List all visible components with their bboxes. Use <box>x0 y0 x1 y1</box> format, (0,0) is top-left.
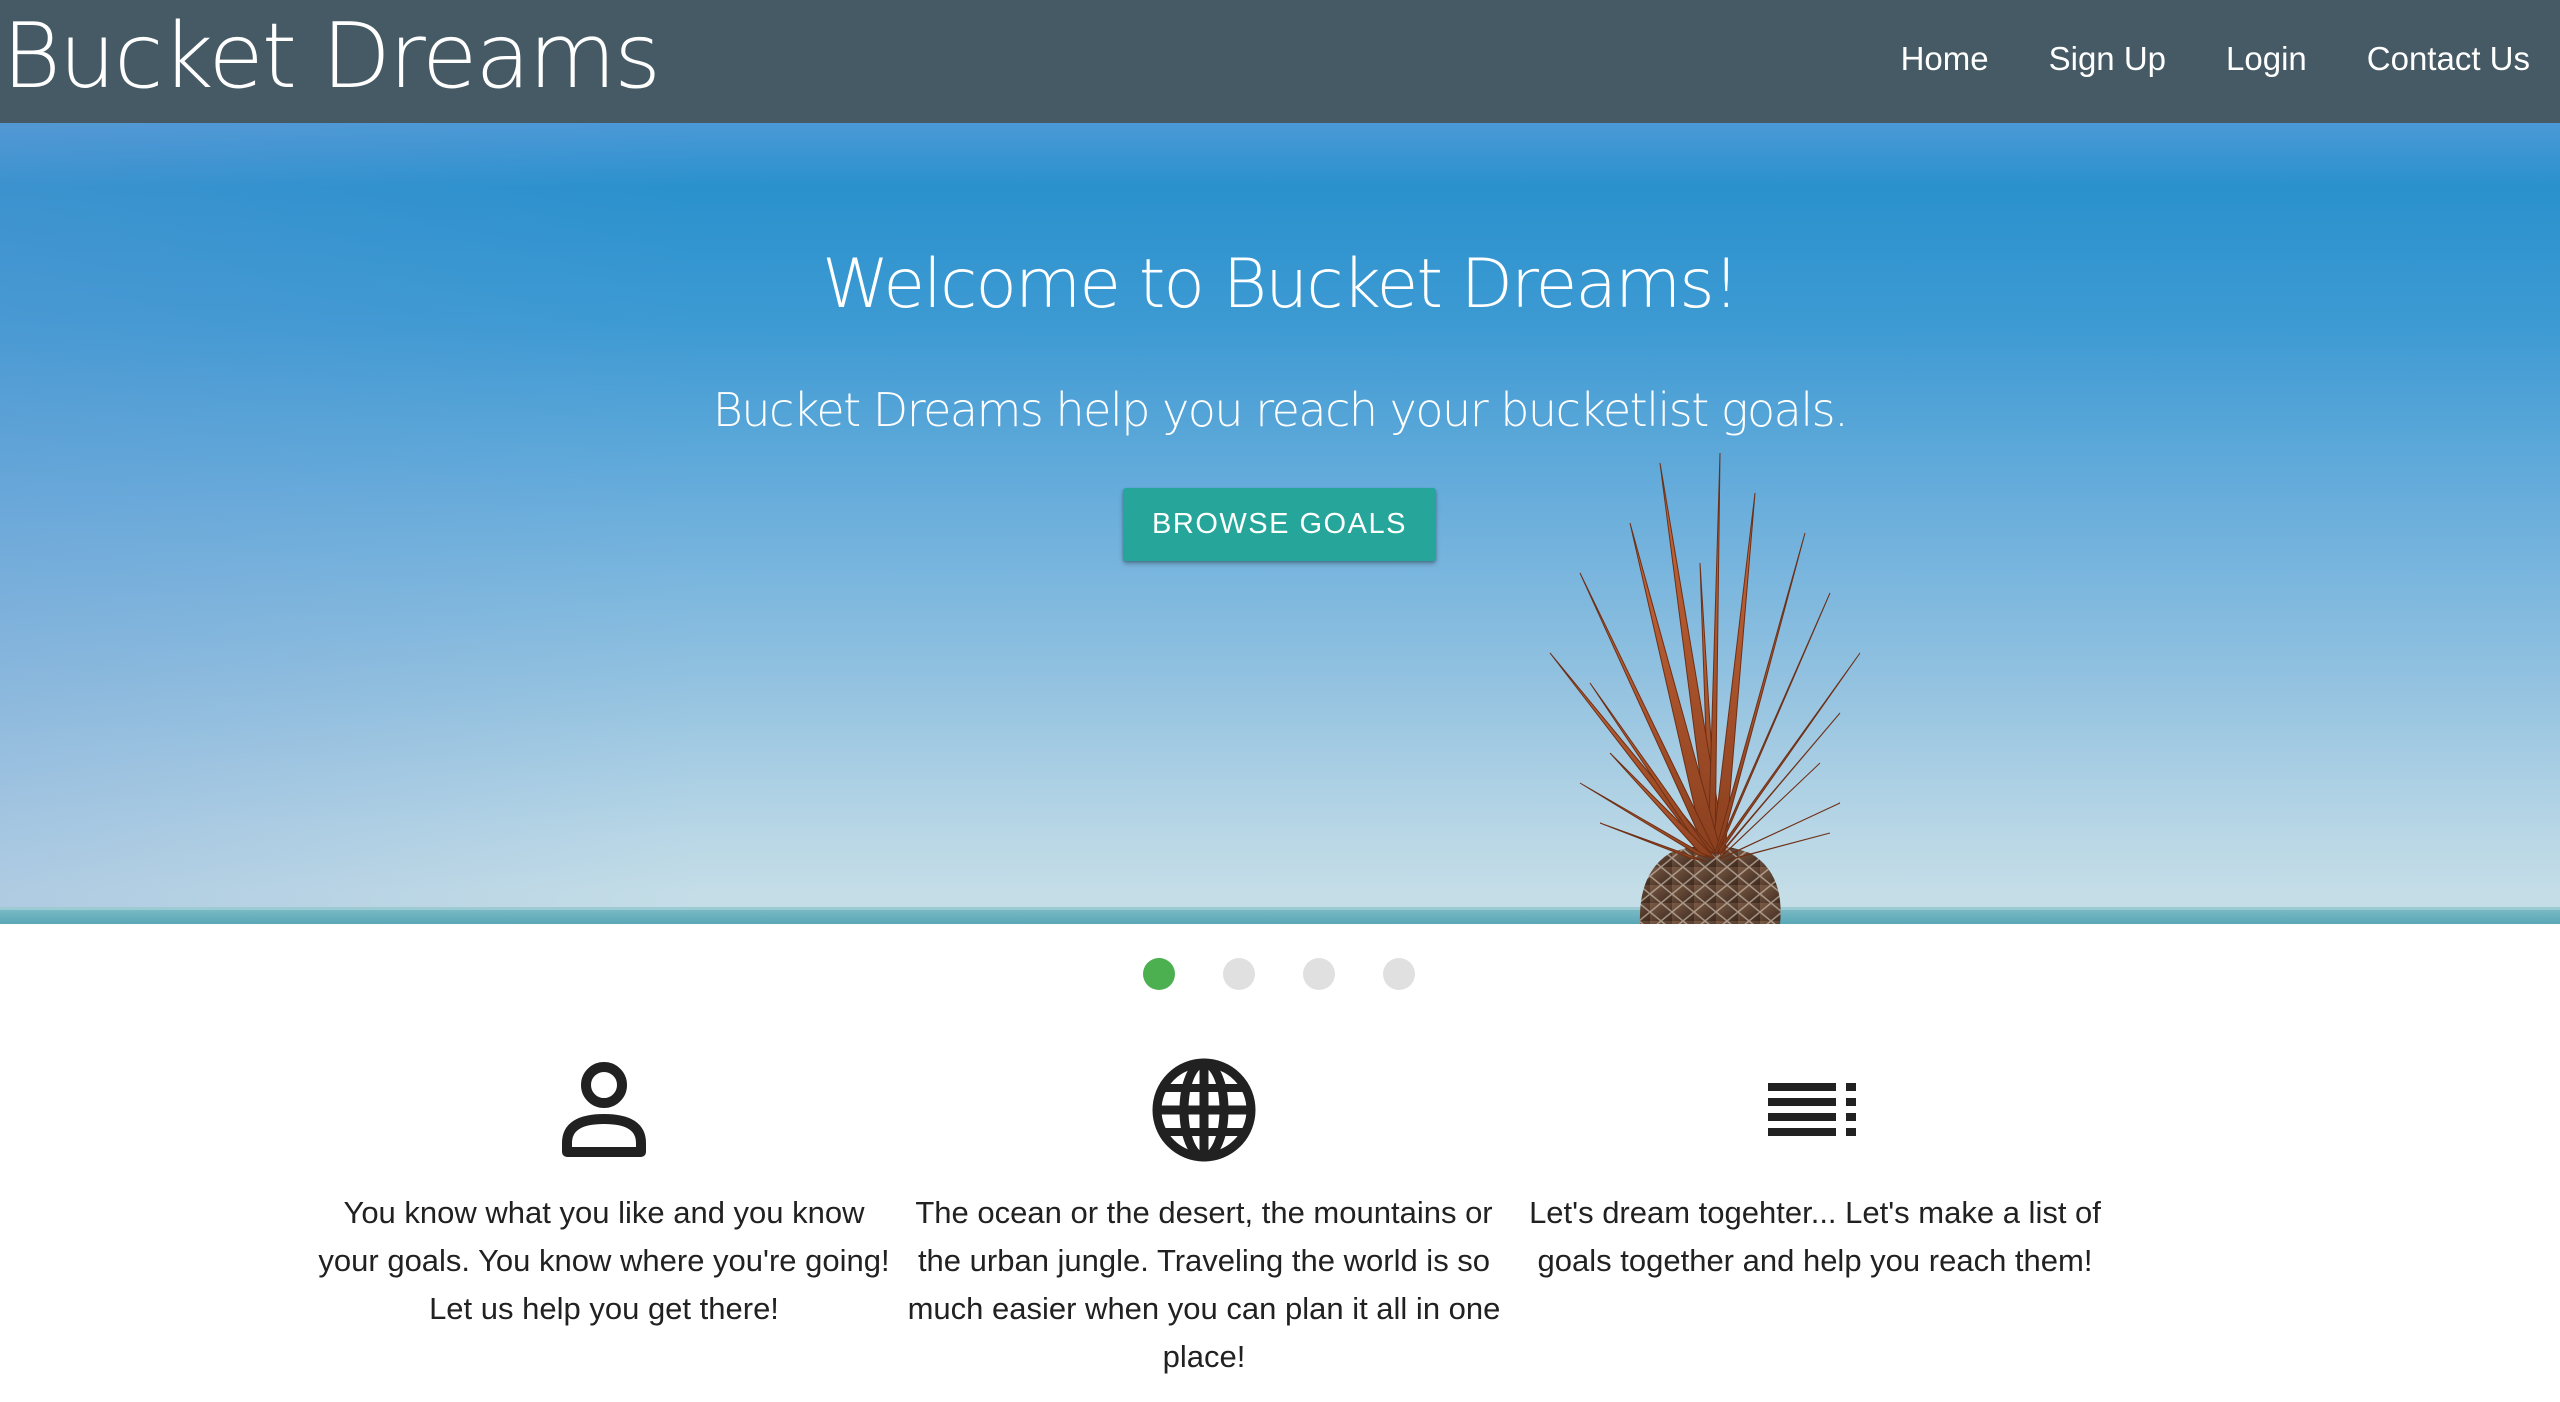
feature-column-personal: You know what you like and you know your… <box>310 1055 898 1333</box>
nav-link-contact-us[interactable]: Contact Us <box>2367 40 2530 78</box>
feature-column-list: Let's dream togehter... Let's make a lis… <box>1505 1055 2125 1285</box>
person-icon <box>562 1062 646 1157</box>
top-navbar: Bucket Dreams Home Sign Up Login Contact… <box>0 0 2560 123</box>
nav-links: Home Sign Up Login Contact Us <box>1841 0 2530 123</box>
carousel-indicators <box>1143 958 1415 990</box>
nav-link-login[interactable]: Login <box>2226 40 2307 78</box>
brand-logo-link[interactable]: Bucket Dreams <box>2 11 661 102</box>
feature-text-list: Let's dream togehter... Let's make a lis… <box>1529 1195 2101 1278</box>
list-icon <box>1768 1083 1856 1136</box>
sky-shade <box>0 123 700 924</box>
feature-column-travel: The ocean or the desert, the mountains o… <box>895 1055 1513 1381</box>
feature-text-personal: You know what you like and you know your… <box>318 1195 890 1326</box>
browse-goals-button[interactable]: BROWSE GOALS <box>1123 488 1436 561</box>
feature-text-travel: The ocean or the desert, the mountains o… <box>907 1195 1501 1374</box>
carousel-indicator-1[interactable] <box>1143 958 1175 990</box>
carousel-indicator-2[interactable] <box>1223 958 1255 990</box>
carousel-indicator-4[interactable] <box>1383 958 1415 990</box>
nav-link-home[interactable]: Home <box>1901 40 1989 78</box>
nav-link-sign-up[interactable]: Sign Up <box>2049 40 2166 78</box>
hero-carousel-slide: Welcome to Bucket Dreams! Bucket Dreams … <box>0 123 2560 924</box>
pineapple-image <box>1549 453 1861 924</box>
carousel-indicator-3[interactable] <box>1303 958 1335 990</box>
hero-subtitle: Bucket Dreams help you reach your bucket… <box>712 383 1849 437</box>
globe-icon <box>1152 1058 1256 1162</box>
sea-strip <box>0 910 2560 924</box>
hero-title: Welcome to Bucket Dreams! <box>822 245 1740 324</box>
